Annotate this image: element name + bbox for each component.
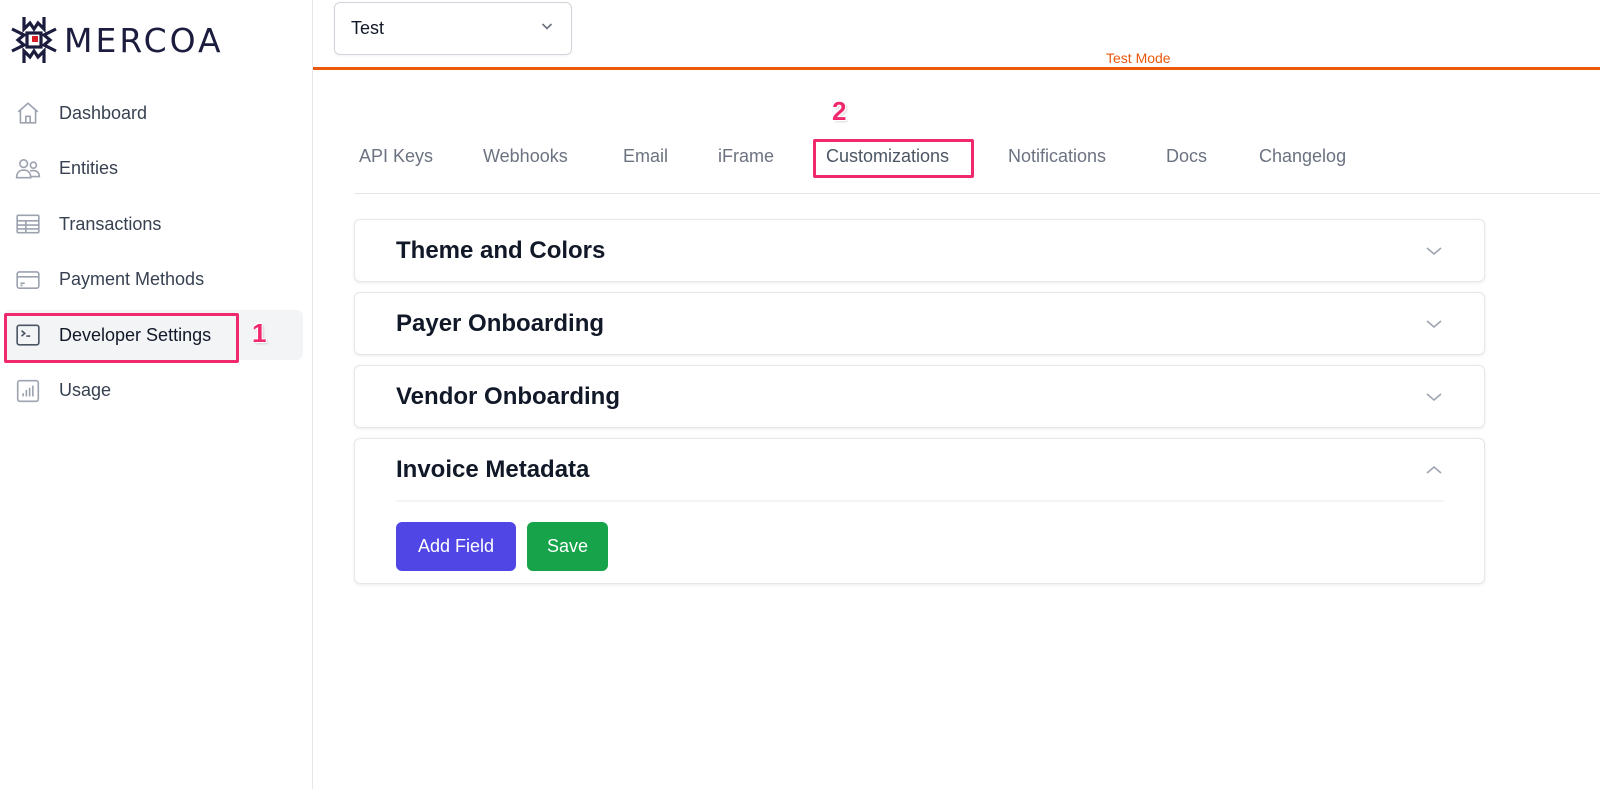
brand-name: MERCOA — [64, 20, 224, 60]
sidebar-item-label: Entities — [59, 158, 119, 178]
sidebar: MERCOA Dashboard Entities Transactions P… — [0, 0, 313, 789]
accordion-title: Invoice Metadata — [396, 455, 590, 483]
accordion-theme-and-colors: Theme and Colors — [354, 219, 1485, 282]
sidebar-item-payment-methods[interactable]: Payment Methods — [4, 255, 305, 305]
chevron-down-icon[interactable] — [1424, 241, 1444, 261]
accordion-payer-onboarding: Payer Onboarding — [354, 292, 1485, 355]
sidebar-item-usage[interactable]: Usage — [4, 366, 305, 416]
tab-email[interactable]: Email — [623, 146, 668, 167]
accordion-vendor-onboarding: Vendor Onboarding — [354, 365, 1485, 428]
chart-bar-icon — [14, 377, 42, 405]
tab-webhooks[interactable]: Webhooks — [483, 146, 568, 167]
accordion-header[interactable]: Invoice Metadata — [355, 439, 1484, 500]
sidebar-item-label: Developer Settings — [59, 324, 212, 345]
sidebar-item-label: Transactions — [59, 213, 162, 234]
sidebar-item-label: Usage — [59, 380, 112, 400]
environment-select-value: Test — [351, 18, 385, 38]
chevron-down-icon — [539, 18, 555, 39]
accordion-title: Theme and Colors — [396, 236, 606, 264]
sidebar-item-entities[interactable]: Entities — [4, 144, 305, 194]
accordion-header[interactable]: Vendor Onboarding — [355, 366, 1484, 427]
sidebar-item-transactions[interactable]: Transactions — [4, 199, 305, 249]
accordion-title: Vendor Onboarding — [396, 382, 621, 410]
mercoa-logo[interactable]: MERCOA — [10, 14, 224, 66]
tab-iframe[interactable]: iFrame — [718, 146, 774, 167]
test-mode-label: Test Mode — [1106, 50, 1171, 66]
chevron-down-icon[interactable] — [1424, 387, 1444, 407]
annotation-step-1: 1 — [252, 318, 267, 348]
terminal-icon — [14, 321, 42, 349]
accordion-header[interactable]: Payer Onboarding — [355, 293, 1484, 354]
tab-customizations[interactable]: Customizations — [826, 146, 949, 167]
sidebar-item-label: Payment Methods — [59, 269, 205, 289]
environment-select[interactable]: Test — [334, 2, 572, 55]
annotation-step-2: 2 — [832, 96, 847, 126]
accordion-title: Payer Onboarding — [396, 309, 605, 337]
table-icon — [14, 210, 42, 238]
developer-settings-tabs: API Keys Webhooks Email iFrame Customiza… — [354, 134, 1600, 194]
add-field-button[interactable]: Add Field — [396, 522, 516, 571]
sidebar-nav: Dashboard Entities Transactions Payment … — [0, 88, 313, 421]
tab-docs[interactable]: Docs — [1166, 146, 1207, 167]
accordion-invoice-metadata: Invoice Metadata Add Field Save — [354, 438, 1485, 584]
top-header: Test Test Mode — [313, 0, 1600, 70]
chevron-down-icon[interactable] — [1424, 314, 1444, 334]
tab-api-keys[interactable]: API Keys — [359, 146, 433, 167]
sidebar-item-label: Dashboard — [59, 102, 148, 123]
sidebar-item-dashboard[interactable]: Dashboard — [4, 88, 305, 138]
app: MERCOA Dashboard Entities Transactions P… — [0, 0, 1600, 789]
accordion-header[interactable]: Theme and Colors — [355, 220, 1484, 281]
save-button[interactable]: Save — [527, 522, 608, 571]
tab-changelog[interactable]: Changelog — [1259, 146, 1346, 167]
mercoa-logo-icon — [11, 17, 57, 63]
users-icon — [14, 155, 42, 183]
home-icon — [14, 99, 42, 127]
invoice-metadata-body: Add Field Save — [355, 502, 1484, 583]
credit-card-icon — [14, 266, 42, 294]
chevron-up-icon[interactable] — [1424, 460, 1444, 480]
tab-notifications[interactable]: Notifications — [1008, 146, 1106, 167]
